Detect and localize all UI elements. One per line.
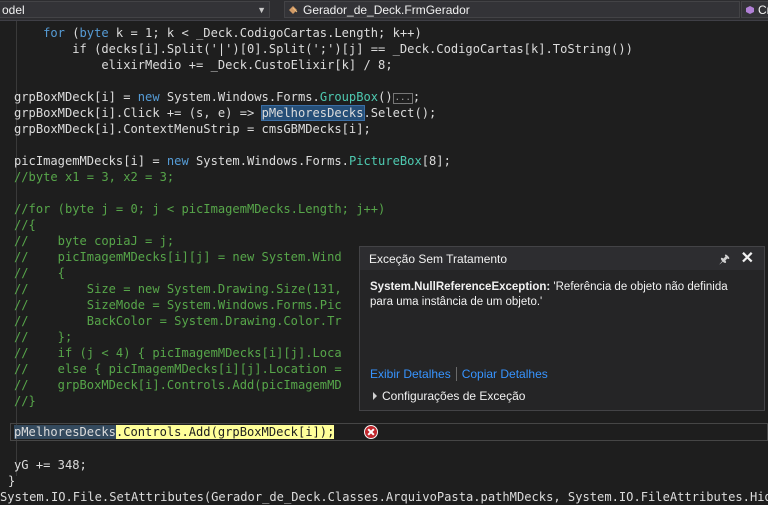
error-identifier[interactable]: pMelhoresDecks <box>14 425 116 439</box>
code-text: [8]; <box>421 154 451 168</box>
code-text: System.Windows.Forms. <box>159 90 320 104</box>
exception-helper-popup: Exceção Sem Tratamento 🖈 ✕ System.NullRe… <box>359 246 765 411</box>
code-text: .Select(); <box>363 106 437 120</box>
highlighted-identifier[interactable]: pMelhoresDecks <box>260 105 365 121</box>
copy-details-link[interactable]: Copiar Detalhes <box>462 367 548 381</box>
code-text: System.Windows.Forms. <box>188 154 349 168</box>
pin-icon[interactable]: 🖈 <box>719 250 730 271</box>
comment-line: // else { picImagemMDecks[i][j].Location… <box>14 362 342 376</box>
comment-line: // grpBoxMDeck[i].Controls.Add(picImagem… <box>14 378 342 392</box>
code-text: .Controls.Add(grpBoxMDeck[i]); <box>115 425 335 439</box>
error-code-line[interactable]: pMelhoresDecks.Controls.Add(grpBoxMDeck[… <box>14 424 335 440</box>
comment-line: // { <box>14 266 65 280</box>
code-line: grpBoxMDeck[i] = new System.Windows.Form… <box>14 89 420 105</box>
class-combo-value: Gerador_de_Deck.FrmGerador <box>303 3 470 17</box>
close-icon[interactable]: ✕ <box>741 248 754 268</box>
error-icon[interactable] <box>364 425 378 439</box>
type-name: PictureBox <box>348 154 422 168</box>
comment-line: // SizeMode = System.Windows.Forms.Pic <box>14 298 342 312</box>
code-line: yG += 348; <box>14 458 87 472</box>
view-details-link[interactable]: Exibir Detalhes <box>370 367 451 381</box>
code-text: () <box>378 90 393 104</box>
comment-line: // BackColor = System.Drawing.Color.Tr <box>14 314 342 328</box>
exception-links: Exibir Detalhes Copiar Detalhes <box>370 367 548 381</box>
comment-line: // }; <box>14 330 73 344</box>
code-line: grpBoxMDeck[i].ContextMenuStrip = cmsGBM… <box>14 122 371 136</box>
exception-header: Exceção Sem Tratamento 🖈 ✕ <box>360 247 764 270</box>
code-line: grpBoxMDeck[i].Click += (s, e) => pMelho… <box>14 105 436 121</box>
code-line: for (byte k = 1; k < _Deck.CodigoCartas.… <box>14 25 422 41</box>
project-combo[interactable]: odel ▼ <box>0 1 270 18</box>
comment-line: //for (byte j = 0; j < picImagemMDecks.L… <box>14 202 386 216</box>
code-text: ; <box>412 90 421 104</box>
comment-line: //{ <box>14 218 36 232</box>
code-text: grpBoxMDeck[i].Click += (s, e) => <box>14 106 262 120</box>
code-line: if (decks[i].Split('|')[0].Split(';')[j]… <box>14 42 633 56</box>
member-combo-value: Cria <box>758 3 768 17</box>
exception-type: System.NullReferenceException: <box>370 281 551 293</box>
chevron-down-icon: ▼ <box>257 5 266 15</box>
code-line: elixirMedio += _Deck.CustoElixir[k] / 8; <box>14 58 393 72</box>
exception-settings-label: Configurações de Exceção <box>382 389 526 403</box>
exception-message: System.NullReferenceException: 'Referênc… <box>370 280 750 310</box>
code-text: grpBoxMDeck[i] = <box>14 90 138 104</box>
class-combo[interactable]: Gerador_de_Deck.FrmGerador <box>284 1 740 18</box>
link-separator <box>455 367 457 381</box>
code-text: for (byte k = 1; k < _Deck.CodigoCartas.… <box>43 26 422 40</box>
comment-line: //byte x1 = 3, x2 = 3; <box>14 170 175 184</box>
keyword: new <box>166 154 189 168</box>
exception-settings-expander[interactable]: Configurações de Exceção <box>373 389 525 403</box>
expand-triangle-icon <box>373 392 377 400</box>
comment-line: //} <box>14 394 36 408</box>
project-combo-value: odel <box>2 3 25 17</box>
class-icon <box>289 6 298 14</box>
method-icon <box>746 6 754 14</box>
code-line: } <box>8 474 16 488</box>
code-line: picImagemMDecks[i] = new System.Windows.… <box>14 153 451 169</box>
exception-title: Exceção Sem Tratamento <box>369 252 508 266</box>
comment-line: // picImagemMDecks[i][j] = new System.Wi… <box>14 250 342 264</box>
comment-line: // byte copiaJ = j; <box>14 234 175 248</box>
editor-navigation-bar: odel ▼ Gerador_de_Deck.FrmGerador Cria <box>0 0 768 21</box>
code-line: System.IO.File.SetAttributes(Gerador_de_… <box>0 490 768 504</box>
collapsed-region[interactable]: ... <box>392 93 413 104</box>
comment-line: // if (j < 4) { picImagemMDecks[i][j].Lo… <box>14 346 342 360</box>
member-combo[interactable]: Cria <box>741 1 768 18</box>
type-name: GroupBox <box>319 90 379 104</box>
keyword: new <box>137 90 160 104</box>
comment-line: // Size = new System.Drawing.Size(131, <box>14 282 342 296</box>
code-text: picImagemMDecks[i] = <box>14 154 167 168</box>
